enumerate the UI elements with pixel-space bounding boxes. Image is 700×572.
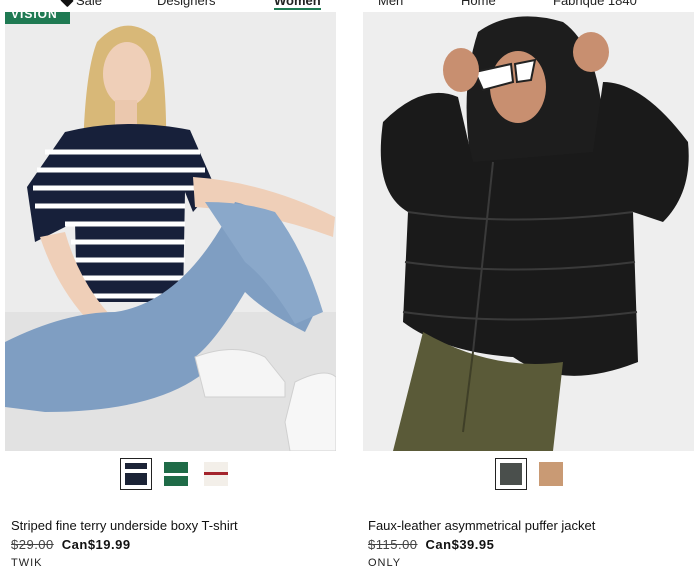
product-brand[interactable]: TWIK bbox=[11, 557, 43, 569]
nav-item-label: Women bbox=[274, 0, 321, 8]
nav-item-sale[interactable]: Sale bbox=[60, 0, 103, 8]
product-badge: VISION bbox=[5, 12, 70, 24]
nav-item-label: Fabrique 1840 bbox=[553, 0, 637, 8]
color-swatch-grey[interactable] bbox=[495, 458, 527, 490]
nav-item-label: Men bbox=[378, 0, 404, 8]
nav-item-designers[interactable]: Designers bbox=[157, 0, 216, 8]
product-prices: $115.00 Can$39.95 bbox=[368, 537, 494, 552]
sale-price: Can$39.95 bbox=[425, 537, 495, 552]
color-swatches bbox=[120, 458, 231, 490]
original-price: $29.00 bbox=[11, 537, 54, 552]
product-image[interactable]: VISION bbox=[5, 12, 336, 451]
color-swatch-white-red[interactable] bbox=[201, 459, 231, 489]
nav-item-fabrique-1840[interactable]: Fabrique 1840 bbox=[553, 0, 637, 8]
color-swatch-green[interactable] bbox=[161, 459, 191, 489]
nav-item-women[interactable]: Women bbox=[274, 0, 321, 10]
nav-item-men[interactable]: Men bbox=[378, 0, 403, 8]
product-card[interactable]: VISION Striped fine terry underside boxy… bbox=[5, 12, 336, 569]
product-prices: $29.00 Can$19.99 bbox=[11, 537, 131, 552]
product-title[interactable]: Striped fine terry underside boxy T-shir… bbox=[11, 518, 238, 533]
product-image[interactable] bbox=[363, 12, 694, 451]
product-brand[interactable]: ONLY bbox=[368, 557, 401, 569]
color-swatch-tan[interactable] bbox=[536, 459, 566, 489]
sale-price: Can$19.99 bbox=[61, 537, 131, 552]
color-swatches bbox=[495, 458, 566, 490]
nav-item-label: Home bbox=[461, 0, 496, 8]
nav-item-label: Sale bbox=[76, 0, 103, 8]
tag-icon bbox=[60, 0, 74, 8]
nav-item-label: Designers bbox=[157, 0, 216, 8]
color-swatch-navy[interactable] bbox=[120, 458, 152, 490]
original-price: $115.00 bbox=[368, 537, 418, 552]
product-title[interactable]: Faux-leather asymmetrical puffer jacket bbox=[368, 518, 595, 533]
top-navigation: Sale Designers Women Men Home Fabrique 1… bbox=[0, 0, 700, 12]
nav-item-home[interactable]: Home bbox=[461, 0, 496, 8]
product-card[interactable]: Faux-leather asymmetrical puffer jacket … bbox=[363, 12, 694, 569]
